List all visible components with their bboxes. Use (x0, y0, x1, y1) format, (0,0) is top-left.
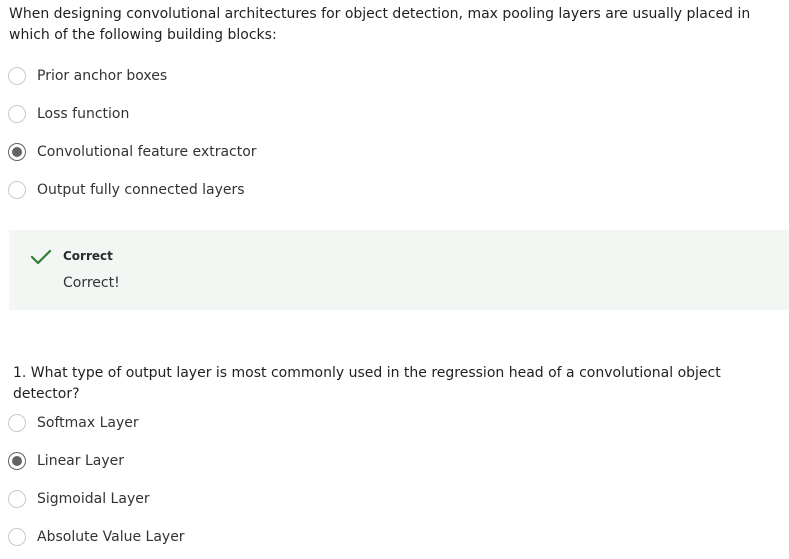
question-1-text: When designing convolutional architectur… (9, 6, 751, 43)
question-2-option-4[interactable]: Absolute Value Layer (8, 518, 185, 556)
question-2-option-2[interactable]: Linear Layer (8, 442, 185, 480)
question-1-option-3[interactable]: Convolutional feature extractor (8, 133, 257, 171)
feedback-panel: Correct Correct! (9, 230, 789, 310)
radio-button[interactable] (8, 414, 26, 432)
radio-button-selected[interactable] (8, 143, 26, 161)
option-label: Linear Layer (37, 453, 124, 469)
radio-button[interactable] (8, 105, 26, 123)
feedback-message: Correct! (63, 275, 120, 291)
option-label: Absolute Value Layer (37, 529, 185, 545)
question-1-option-2[interactable]: Loss function (8, 95, 257, 133)
question-1-option-4[interactable]: Output fully connected layers (8, 171, 257, 209)
question-1-option-1[interactable]: Prior anchor boxes (8, 57, 257, 95)
question-2-option-3[interactable]: Sigmoidal Layer (8, 480, 185, 518)
radio-button[interactable] (8, 490, 26, 508)
option-label: Loss function (37, 106, 130, 122)
question-2-text: 1. What type of output layer is most com… (13, 365, 721, 402)
radio-button[interactable] (8, 181, 26, 199)
feedback-title: Correct (63, 249, 113, 263)
radio-button[interactable] (8, 528, 26, 546)
radio-button-selected[interactable] (8, 452, 26, 470)
option-label: Sigmoidal Layer (37, 491, 150, 507)
question-1-options: Prior anchor boxes Loss function Convolu… (8, 57, 257, 209)
radio-button[interactable] (8, 67, 26, 85)
option-label: Convolutional feature extractor (37, 144, 257, 160)
option-label: Prior anchor boxes (37, 68, 168, 84)
question-2-option-1[interactable]: Softmax Layer (8, 404, 185, 442)
check-icon (30, 249, 52, 265)
question-2-options: Softmax Layer Linear Layer Sigmoidal Lay… (8, 404, 185, 556)
option-label: Output fully connected layers (37, 182, 245, 198)
option-label: Softmax Layer (37, 415, 139, 431)
